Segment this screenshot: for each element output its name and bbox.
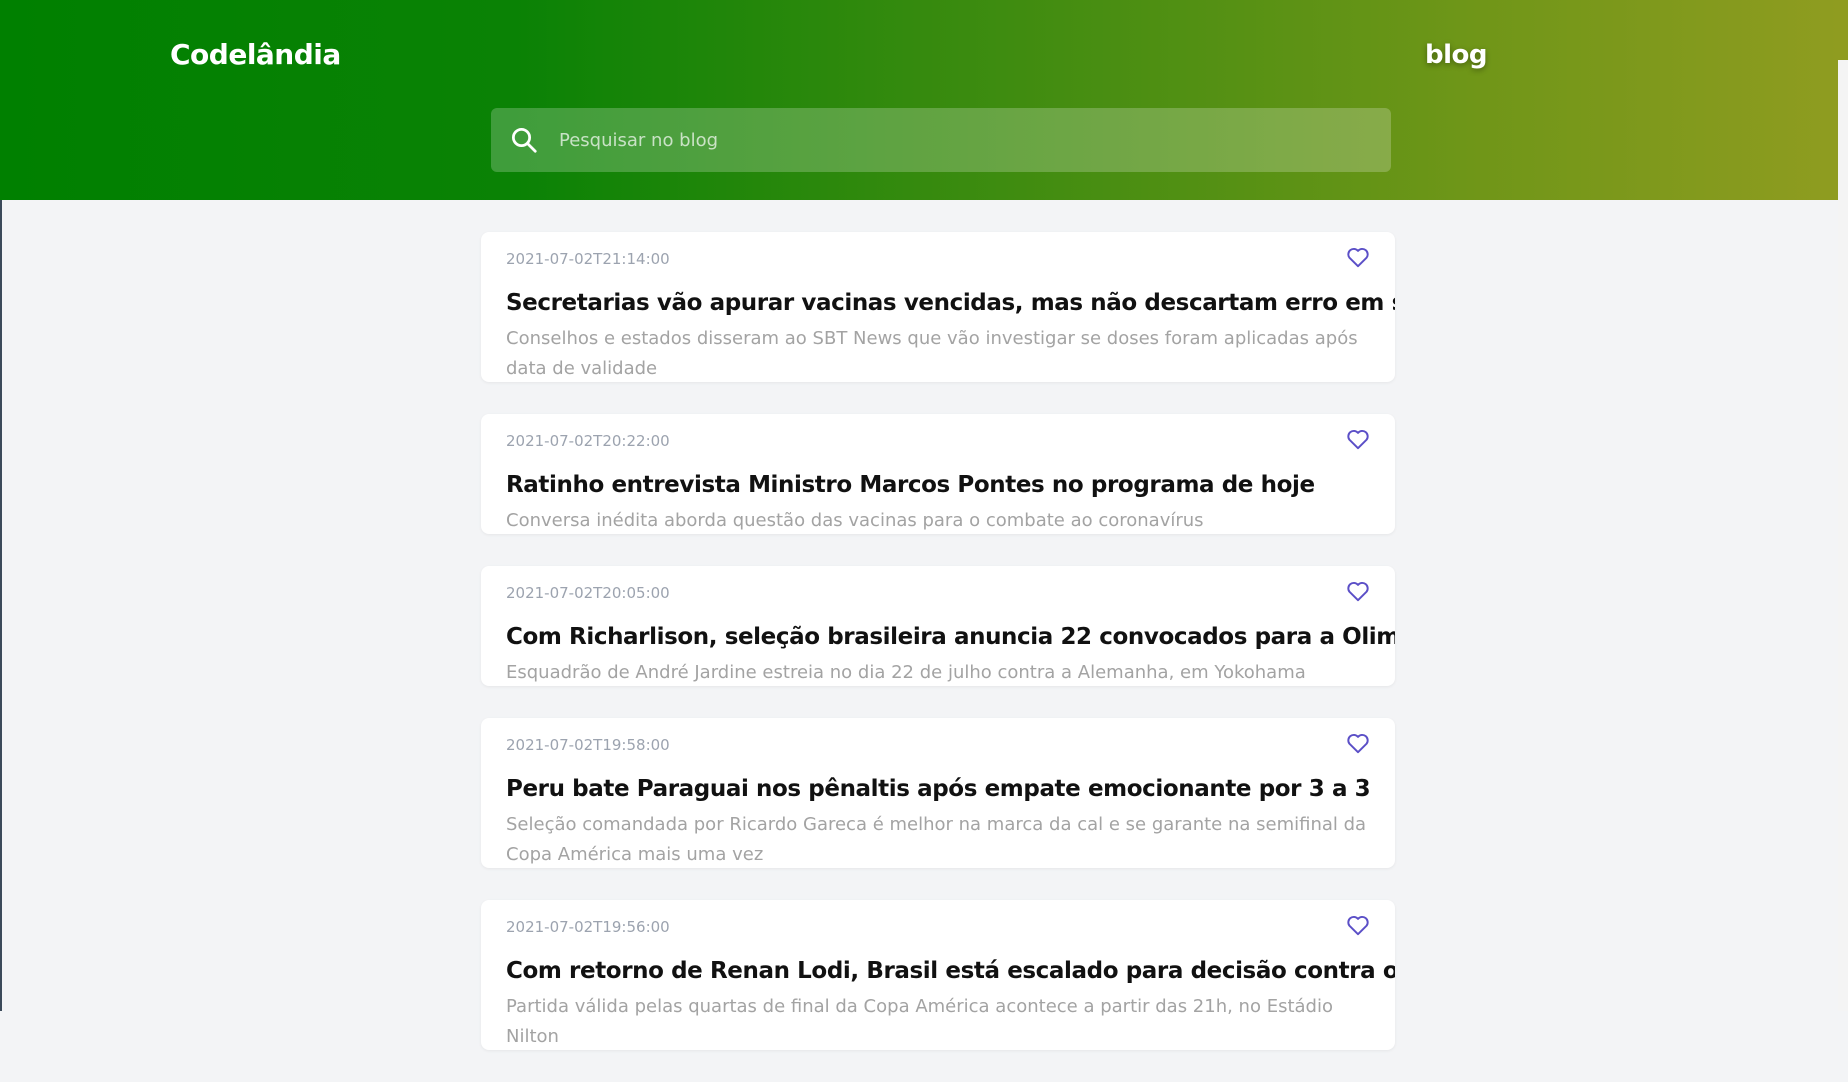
post-summary: Esquadrão de André Jardine estreia no di…: [506, 662, 1306, 683]
post-card[interactable]: 2021-07-02T20:05:00 Com Richarlison, sel…: [481, 566, 1395, 686]
post-card[interactable]: 2021-07-02T21:14:00 Secretarias vão apur…: [481, 232, 1395, 382]
post-summary: Seleção comandada por Ricardo Gareca é m…: [506, 814, 1367, 865]
scrollbar-thumb[interactable]: [1838, 0, 1848, 60]
post-title[interactable]: Peru bate Paraguai nos pênaltis após emp…: [506, 774, 1371, 804]
post-card[interactable]: 2021-07-02T19:58:00 Peru bate Paraguai n…: [481, 718, 1395, 868]
search-input[interactable]: [557, 107, 1391, 173]
search-bar[interactable]: [491, 107, 1391, 173]
post-summary: Partida válida pelas quartas de final da…: [506, 996, 1333, 1047]
post-summary: Conselhos e estados disseram ao SBT News…: [506, 328, 1358, 379]
post-title[interactable]: Ratinho entrevista Ministro Marcos Ponte…: [506, 470, 1369, 500]
post-summary: Conversa inédita aborda questão das vaci…: [506, 510, 1204, 531]
post-title[interactable]: Secretarias vão apurar vacinas vencidas,…: [506, 288, 1395, 318]
search-icon: [509, 125, 539, 155]
heart-icon[interactable]: [1345, 578, 1371, 604]
post-title[interactable]: Com retorno de Renan Lodi, Brasil está e…: [506, 956, 1395, 986]
heart-icon[interactable]: [1345, 730, 1371, 756]
post-title[interactable]: Com Richarlison, seleção brasileira anun…: [506, 622, 1395, 652]
post-date: 2021-07-02T20:05:00: [506, 584, 670, 602]
post-card[interactable]: 2021-07-02T19:56:00 Com retorno de Renan…: [481, 900, 1395, 1050]
post-date: 2021-07-02T19:58:00: [506, 736, 670, 754]
post-list: 2021-07-02T21:14:00 Secretarias vão apur…: [481, 232, 1395, 1082]
scrollbar[interactable]: [1838, 0, 1848, 1011]
post-date: 2021-07-02T20:22:00: [506, 432, 670, 450]
header: Codelândia blog: [0, 0, 1838, 200]
heart-icon[interactable]: [1345, 912, 1371, 938]
heart-icon[interactable]: [1345, 426, 1371, 452]
nav-link-blog[interactable]: blog: [1425, 40, 1488, 70]
brand-logo[interactable]: Codelândia: [170, 38, 341, 71]
heart-icon[interactable]: [1345, 244, 1371, 270]
left-edge-divider: [0, 200, 2, 1011]
post-date: 2021-07-02T21:14:00: [506, 250, 670, 268]
post-date: 2021-07-02T19:56:00: [506, 918, 670, 936]
post-card[interactable]: 2021-07-02T20:22:00 Ratinho entrevista M…: [481, 414, 1395, 534]
